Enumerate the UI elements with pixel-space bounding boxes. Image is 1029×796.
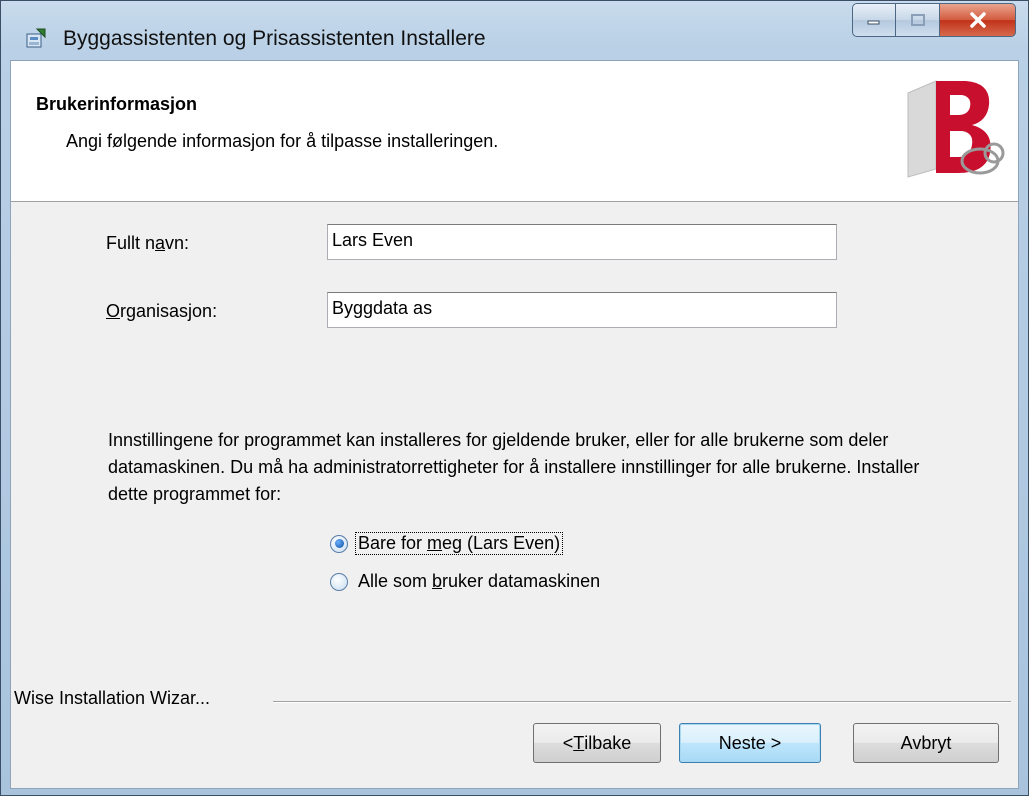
wizard-brand-label: Wise Installation Wizar...: [14, 688, 221, 709]
close-button[interactable]: [940, 3, 1016, 37]
radio-button-unselected[interactable]: [330, 572, 348, 591]
installer-app-icon: [26, 28, 46, 48]
page-subtitle: Angi følgende informasjon for å tilpasse…: [66, 131, 499, 151]
radio-label-only-me[interactable]: Bare for meg (Lars Even): [354, 532, 564, 555]
header-banner: Brukerinformasjon Angi følgende informas…: [11, 61, 1018, 202]
radio-option-only-me[interactable]: Bare for meg (Lars Even): [330, 532, 564, 555]
installer-window: Byggassistenten og Prisassistenten Insta…: [0, 0, 1029, 796]
window-title: Byggassistenten og Prisassistenten Insta…: [63, 27, 486, 50]
full-name-input[interactable]: Lars Even: [327, 224, 837, 260]
radio-button-selected[interactable]: [330, 534, 348, 553]
minimize-button[interactable]: [852, 3, 896, 37]
close-icon: [969, 12, 986, 28]
install-scope-description: Innstillingene for programmet kan instal…: [108, 430, 920, 504]
title-bar[interactable]: Byggassistenten og Prisassistenten Insta…: [1, 1, 1028, 59]
maximize-icon: [910, 14, 925, 26]
radio-label-all-users[interactable]: Alle som bruker datamaskinen: [356, 571, 602, 592]
page-title: Brukerinformasjon: [36, 94, 198, 114]
byggdata-logo-icon: [907, 80, 1005, 178]
radio-dot-icon: [334, 539, 344, 548]
full-name-label: Fullt navn:: [106, 233, 190, 253]
caption-buttons: [852, 3, 1016, 39]
back-button[interactable]: < Tilbake: [533, 723, 661, 763]
maximize-button[interactable]: [896, 3, 940, 37]
next-button[interactable]: Neste >: [679, 723, 821, 763]
radio-option-all-users[interactable]: Alle som bruker datamaskinen: [330, 571, 602, 592]
wizard-client-area: Brukerinformasjon Angi følgende informas…: [10, 60, 1019, 789]
organization-input[interactable]: Byggdata as: [327, 292, 837, 328]
footer-separator: [273, 701, 1011, 703]
cancel-button[interactable]: Avbryt: [853, 723, 999, 763]
organization-label: Organisasjon:: [106, 301, 218, 321]
minimize-icon: [867, 20, 880, 25]
